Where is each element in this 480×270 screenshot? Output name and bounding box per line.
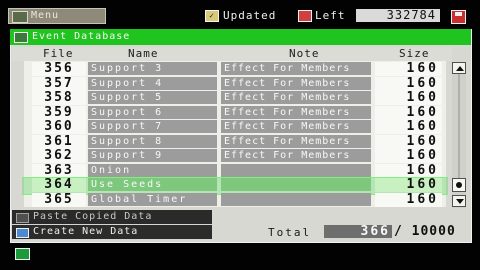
row-name: Support 8 — [88, 135, 217, 148]
row-size: 160 — [375, 135, 442, 149]
header-name: Name — [128, 47, 159, 60]
table-row[interactable]: 357 Support 4 Effect For Members 160 — [24, 77, 446, 91]
left-label: Left — [315, 9, 346, 22]
row-note: Effect For Members — [221, 91, 371, 104]
menu-label: Menu — [31, 10, 60, 21]
table-row[interactable]: 356 Support 3 Effect For Members 160 — [24, 62, 446, 76]
create-new-data-button[interactable]: Create New Data — [12, 225, 212, 239]
database-icon — [14, 32, 28, 43]
table-row[interactable]: 365 Global Timer 160 — [24, 193, 446, 207]
scroll-down-arrow-icon[interactable] — [452, 195, 466, 207]
table-row[interactable]: 364 Use Seeds 160 — [22, 177, 448, 195]
menu-button[interactable]: Menu — [8, 8, 106, 24]
row-file-number: 361 — [32, 135, 86, 149]
header-size: Size — [399, 47, 430, 60]
left-value: 332784 — [356, 9, 440, 22]
panel-title: Event Database — [32, 31, 131, 42]
paste-label: Paste Copied Data — [33, 211, 153, 222]
row-file-number: 363 — [32, 164, 86, 178]
row-size: 160 — [375, 149, 442, 163]
status-icon — [15, 248, 30, 260]
table-row[interactable]: 361 Support 8 Effect For Members 160 — [24, 135, 446, 149]
row-size: 160 — [375, 164, 442, 178]
memory-icon — [298, 10, 312, 22]
header-note: Note — [289, 47, 320, 60]
row-name: Onion — [88, 164, 217, 177]
row-file-number: 359 — [32, 106, 86, 120]
row-file-number: 358 — [32, 91, 86, 105]
row-note: Effect For Members — [221, 149, 371, 162]
row-file-number: 357 — [32, 77, 86, 91]
row-note: Effect For Members — [221, 62, 371, 75]
row-size: 160 — [375, 120, 442, 134]
row-note — [221, 178, 371, 191]
panel-title-bar: Event Database — [10, 29, 471, 45]
table-row[interactable]: 358 Support 5 Effect For Members 160 — [24, 91, 446, 105]
row-note: Effect For Members — [221, 106, 371, 119]
row-size: 160 — [375, 193, 442, 207]
row-name: Support 9 — [88, 149, 217, 162]
paste-copied-data-button[interactable]: Paste Copied Data — [12, 210, 212, 224]
scroll-up-arrow-icon[interactable] — [452, 62, 466, 74]
row-name: Support 6 — [88, 106, 217, 119]
checkbox-icon: ✓ — [205, 10, 219, 22]
row-size: 160 — [375, 106, 442, 120]
row-name: Use Seeds — [88, 178, 217, 191]
table-row[interactable]: 362 Support 9 Effect For Members 160 — [24, 149, 446, 163]
total-value: 366 — [324, 225, 392, 238]
column-headers: File Name Note Size — [12, 47, 452, 61]
left-indicator: Left — [298, 9, 346, 23]
row-file-number: 356 — [32, 62, 86, 76]
table-row[interactable]: 363 Onion 160 — [24, 164, 446, 178]
scrollbar-thumb[interactable] — [452, 178, 466, 192]
row-name: Support 3 — [88, 62, 217, 75]
total-label: Total — [268, 226, 312, 239]
row-name: Support 4 — [88, 77, 217, 90]
row-note: Effect For Members — [221, 77, 371, 90]
row-name: Support 7 — [88, 120, 217, 133]
header-file: File — [43, 47, 74, 60]
total-max: / 10000 — [394, 224, 456, 239]
row-note: Effect For Members — [221, 135, 371, 148]
row-note: Effect For Members — [221, 120, 371, 133]
create-label: Create New Data — [33, 226, 139, 237]
row-size: 160 — [375, 77, 442, 91]
row-name: Support 5 — [88, 91, 217, 104]
row-file-number: 365 — [32, 193, 86, 207]
table-row[interactable]: 359 Support 6 Effect For Members 160 — [24, 106, 446, 120]
row-file-number: 364 — [32, 178, 86, 192]
scrollbar-rail — [458, 74, 460, 178]
table-row[interactable]: 360 Support 7 Effect For Members 160 — [24, 120, 446, 134]
row-note — [221, 164, 371, 177]
row-size: 160 — [375, 62, 442, 76]
updated-indicator: ✓ Updated — [205, 9, 276, 23]
row-name: Global Timer — [88, 193, 217, 206]
row-file-number: 362 — [32, 149, 86, 163]
updated-label: Updated — [223, 9, 277, 22]
new-data-icon — [16, 228, 29, 238]
paste-icon — [16, 213, 29, 223]
menu-icon — [12, 11, 28, 23]
row-note — [221, 193, 371, 206]
save-icon[interactable] — [451, 10, 466, 24]
row-size: 160 — [375, 91, 442, 105]
row-size: 160 — [375, 178, 442, 192]
row-file-number: 360 — [32, 120, 86, 134]
